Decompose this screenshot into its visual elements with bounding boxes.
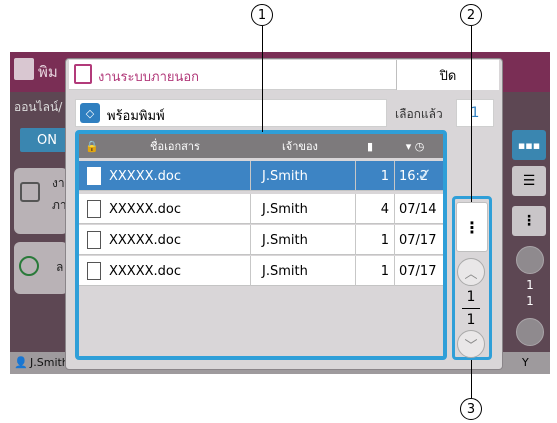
job-copies: 4 xyxy=(380,201,389,217)
grid-view-button[interactable]: ▪▪▪ xyxy=(512,130,546,160)
selected-count: 1 xyxy=(456,99,494,127)
selected-label: เลือกแล้ว xyxy=(395,107,443,121)
document-icon xyxy=(87,167,101,185)
toner-y: Y xyxy=(522,356,529,369)
job-name: XXXXX.doc xyxy=(109,201,182,217)
background-card-1: งา ภา xyxy=(14,168,68,234)
page-total: 1 xyxy=(466,312,476,328)
background-page-total: 1 xyxy=(526,294,534,308)
clock-icon[interactable]: ▾ ◷ xyxy=(390,134,440,158)
close-button[interactable]: ปิด xyxy=(396,60,499,90)
job-owner: J.Smith xyxy=(262,263,308,279)
table-row[interactable]: XXXXX.doc J.Smith 1 07/17 xyxy=(79,225,443,255)
header-title: พิม xyxy=(38,63,58,81)
scroll-up-button[interactable]: ︿ xyxy=(457,258,485,286)
page-divider xyxy=(462,308,480,309)
background-menu-button[interactable]: ⋮ xyxy=(512,206,546,236)
table-row[interactable]: XXXXX.doc J.Smith 1 07/17 xyxy=(79,256,443,286)
background-page-current: 1 xyxy=(526,278,534,292)
list-view-button[interactable]: ☰ xyxy=(512,166,546,196)
card-text-1: งา xyxy=(52,176,65,190)
job-copies: 1 xyxy=(380,168,389,184)
callout-3-line xyxy=(471,360,472,398)
background-card-2: ล xyxy=(14,242,68,294)
card-text-3: ล xyxy=(56,260,64,274)
check-circle-icon xyxy=(19,256,39,276)
checkmark-icon: ✓ xyxy=(417,165,433,186)
table-row[interactable]: XXXXX.doc J.Smith 1 16:2 ✓ xyxy=(79,161,443,191)
job-name: XXXXX.doc xyxy=(109,232,182,248)
external-job-icon xyxy=(74,64,92,84)
printer-status-icon: ◇ xyxy=(80,103,100,123)
column-header-owner[interactable]: เจ้าของ xyxy=(250,134,350,158)
callout-1: 1 xyxy=(251,4,273,26)
job-copies: 1 xyxy=(380,232,389,248)
job-time: 07/14 xyxy=(399,201,437,217)
job-copies: 1 xyxy=(380,263,389,279)
user-name: J.Smith xyxy=(30,356,69,369)
job-owner: J.Smith xyxy=(262,168,308,184)
document-icon xyxy=(87,231,101,249)
job-time: 07/17 xyxy=(399,263,437,279)
callout-2: 2 xyxy=(460,4,482,26)
user-icon: 👤 xyxy=(14,356,28,369)
status-text: ออนไลน์/ xyxy=(14,100,63,114)
callout-2-line xyxy=(471,26,472,202)
page-current: 1 xyxy=(466,289,476,305)
scroll-down-button[interactable]: ﹀ xyxy=(457,330,485,358)
background-scroll-down-button[interactable] xyxy=(516,318,544,346)
callout-1-line xyxy=(262,26,263,132)
menu-button[interactable]: ⋮ xyxy=(456,202,488,252)
background-scroll-up-button[interactable] xyxy=(516,246,544,274)
job-owner: J.Smith xyxy=(262,232,308,248)
job-name: XXXXX.doc xyxy=(109,168,182,184)
printer-name: พร้อมพิมพ์ xyxy=(107,109,165,124)
column-header-name[interactable]: ชื่อเอกสาร xyxy=(100,134,250,158)
document-icon xyxy=(20,182,40,202)
document-icon xyxy=(87,200,101,218)
job-name: XXXXX.doc xyxy=(109,263,182,279)
copies-icon[interactable]: ▮ xyxy=(355,134,385,158)
printer-app-icon xyxy=(14,58,34,80)
lock-icon: 🔒 xyxy=(85,139,99,153)
job-time: 07/17 xyxy=(399,232,437,248)
callout-3: 3 xyxy=(460,398,482,420)
dialog-title: งานระบบภายนอก xyxy=(98,70,200,85)
table-row[interactable]: XXXXX.doc J.Smith 4 07/14 xyxy=(79,194,443,224)
job-owner: J.Smith xyxy=(262,201,308,217)
document-icon xyxy=(87,262,101,280)
